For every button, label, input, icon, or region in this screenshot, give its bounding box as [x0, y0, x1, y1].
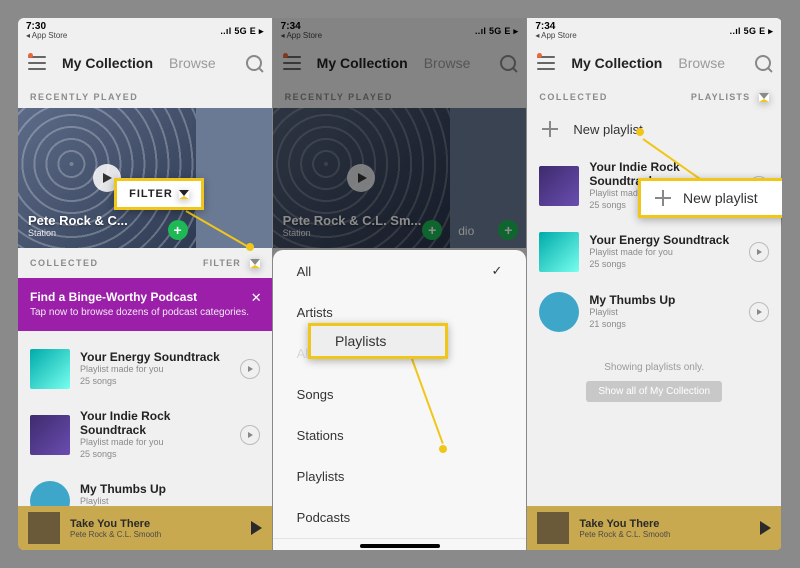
playlist-art: [30, 349, 70, 389]
filter-option-stations[interactable]: Stations: [273, 415, 527, 456]
new-playlist-row[interactable]: New playlist: [527, 108, 781, 150]
now-playing-artist: Pete Rock & C.L. Smooth: [579, 530, 750, 539]
section-collected: COLLECTED: [30, 258, 99, 268]
filter-option-all[interactable]: All✓: [273, 250, 527, 292]
playlist-subtitle: Playlist made for you25 songs: [589, 247, 739, 270]
station-subtitle: Station: [28, 228, 128, 238]
menu-icon[interactable]: [28, 56, 46, 70]
status-network: ..ıl 5G E ▸: [730, 26, 773, 37]
search-icon[interactable]: [246, 55, 262, 71]
callout-new-playlist: New playlist: [638, 178, 782, 218]
now-playing-art: [537, 512, 569, 544]
playlist-title: Your Energy Soundtrack: [80, 350, 230, 364]
checkmark-icon: ✓: [491, 263, 502, 279]
filter-option-playlists[interactable]: Playlists: [273, 456, 527, 497]
section-recently-played: RECENTLY PLAYED: [18, 82, 272, 108]
callout-pointer-dot: [246, 243, 254, 251]
status-bar: 7:30 ◂ App Store ..ıl 5G E ▸: [18, 18, 272, 44]
playlist-title: Your Energy Soundtrack: [589, 233, 739, 247]
mini-player[interactable]: Take You There Pete Rock & C.L. Smooth: [18, 506, 272, 550]
phone-screen-1: 7:30 ◂ App Store ..ıl 5G E ▸ My Collecti…: [18, 18, 273, 550]
play-small-icon[interactable]: [749, 242, 769, 262]
notification-dot-icon: [28, 53, 33, 58]
filter-playlists-button[interactable]: PLAYLISTS: [691, 92, 769, 102]
top-nav: My Collection Browse: [18, 44, 272, 82]
now-playing-title: Take You There: [579, 518, 750, 530]
list-item[interactable]: Your Energy Soundtrack Playlist made for…: [527, 222, 781, 282]
tab-browse[interactable]: Browse: [678, 55, 725, 71]
list-item[interactable]: My Thumbs Up Playlist21 songs: [527, 282, 781, 342]
showing-playlists-note: Showing playlists only.: [527, 362, 781, 373]
play-small-icon[interactable]: [240, 425, 260, 445]
filter-option-podcasts[interactable]: Podcasts: [273, 497, 527, 538]
promo-subtitle: Tap now to browse dozens of podcast cate…: [30, 306, 260, 319]
tab-my-collection[interactable]: My Collection: [62, 55, 153, 71]
callout-pointer-dot: [636, 128, 644, 136]
playlist-subtitle: Playlist21 songs: [589, 307, 739, 330]
callout-filter: FILTER: [114, 178, 204, 210]
callout-playlists: Playlists: [308, 323, 448, 359]
playlist-title: My Thumbs Up: [80, 482, 260, 496]
callout-pointer-dot: [439, 445, 447, 453]
back-to-app-store[interactable]: ◂ App Store: [535, 32, 576, 40]
back-to-app-store[interactable]: ◂ App Store: [26, 32, 67, 40]
now-playing-art: [28, 512, 60, 544]
playlist-art: [539, 232, 579, 272]
promo-banner[interactable]: Find a Binge-Worthy Podcast Tap now to b…: [18, 278, 272, 331]
play-icon[interactable]: [251, 521, 262, 535]
tutorial-three-panel: 7:30 ◂ App Store ..ıl 5G E ▸ My Collecti…: [18, 18, 782, 550]
playlist-title: Your Indie Rock Soundtrack: [80, 409, 230, 437]
station-title: Pete Rock & C...: [28, 213, 128, 228]
filter-button[interactable]: FILTER: [203, 258, 260, 268]
plus-icon: [655, 190, 671, 206]
play-small-icon[interactable]: [749, 302, 769, 322]
plus-icon: [541, 120, 559, 138]
playlist-subtitle: Playlist made for you25 songs: [80, 437, 230, 460]
list-item[interactable]: Your Indie Rock Soundtrack Playlist made…: [18, 399, 272, 470]
menu-icon[interactable]: [537, 56, 555, 70]
list-item[interactable]: Your Energy Soundtrack Playlist made for…: [18, 339, 272, 399]
phone-screen-3: 7:34 ◂ App Store ..ıl 5G E ▸ My Collecti…: [527, 18, 782, 550]
notification-dot-icon: [537, 53, 542, 58]
home-indicator[interactable]: [360, 544, 440, 548]
new-playlist-label: New playlist: [573, 122, 642, 137]
playlist-subtitle: Playlist made for you25 songs: [80, 364, 230, 387]
status-network: ..ıl 5G E ▸: [220, 26, 263, 37]
tab-my-collection[interactable]: My Collection: [571, 55, 662, 71]
now-playing-artist: Pete Rock & C.L. Smooth: [70, 530, 241, 539]
filter-sheet: All✓ Artists Albums Songs Stations Playl…: [273, 250, 527, 550]
top-nav: My Collection Browse: [527, 44, 781, 82]
playlist-art: [539, 166, 579, 206]
phone-screen-2: 7:34 ◂ App Store ..ıl 5G E ▸ My Collecti…: [273, 18, 528, 550]
close-icon[interactable]: ✕: [251, 290, 262, 306]
promo-title: Find a Binge-Worthy Podcast: [30, 290, 260, 304]
show-all-button[interactable]: Show all of My Collection: [586, 381, 722, 402]
playlist-art: [539, 292, 579, 332]
status-bar: 7:34 ◂ App Store ..ıl 5G E ▸: [527, 18, 781, 44]
play-small-icon[interactable]: [240, 359, 260, 379]
playlist-art: [30, 415, 70, 455]
mini-player[interactable]: Take You There Pete Rock & C.L. Smooth: [527, 506, 781, 550]
add-icon[interactable]: +: [168, 220, 188, 240]
filter-option-songs[interactable]: Songs: [273, 374, 527, 415]
play-icon[interactable]: [760, 521, 771, 535]
section-collected: COLLECTED: [539, 92, 608, 102]
now-playing-title: Take You There: [70, 518, 241, 530]
playlist-title: My Thumbs Up: [589, 293, 739, 307]
tab-browse[interactable]: Browse: [169, 55, 216, 71]
search-icon[interactable]: [755, 55, 771, 71]
